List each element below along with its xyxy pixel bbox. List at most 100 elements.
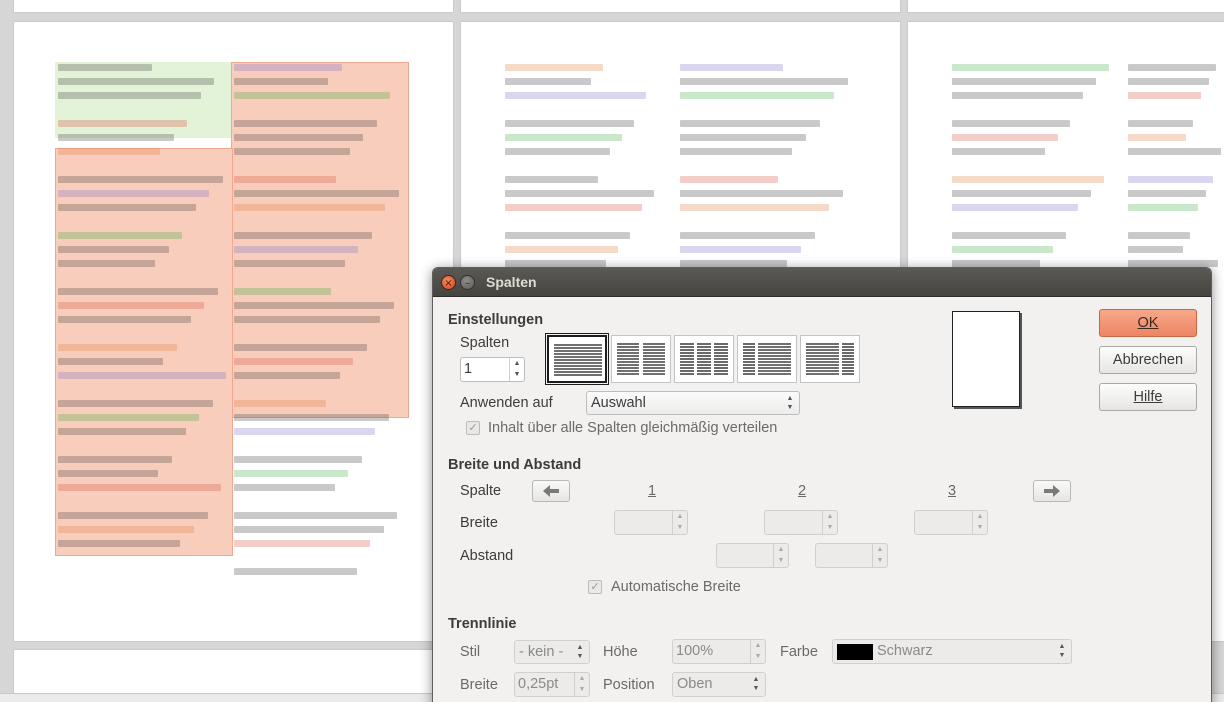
text-line	[505, 190, 654, 197]
column-preset-left[interactable]	[737, 335, 797, 383]
column-width-label: Breite	[460, 515, 498, 531]
column-layout-icon	[743, 343, 791, 375]
text-line	[505, 78, 591, 85]
line-width-field[interactable]: 0,25pt ▲ ▼	[514, 672, 590, 697]
spin-down-icon: ▼	[777, 557, 785, 564]
column-1-width-field[interactable]: ▲ ▼	[614, 510, 688, 535]
spin-up-icon: ▲	[578, 675, 586, 682]
next-column-button[interactable]	[1033, 480, 1071, 502]
apply-to-value: Auswahl	[591, 395, 646, 411]
line-height-label: Höhe	[603, 644, 638, 660]
text-line	[234, 120, 377, 127]
text-line	[234, 526, 384, 533]
select-arrows-icon: ▲ ▼	[576, 644, 584, 660]
line-width-value: 0,25pt	[518, 676, 559, 692]
text-line	[58, 344, 177, 351]
text-line	[1128, 190, 1206, 197]
text-line	[680, 120, 820, 127]
text-line	[58, 372, 227, 379]
text-line	[234, 134, 364, 141]
text-line	[234, 176, 337, 183]
line-style-select[interactable]: - kein - ▲ ▼	[514, 640, 590, 664]
select-arrows-icon: ▲ ▼	[786, 395, 794, 411]
text-line	[58, 176, 223, 183]
minimize-icon[interactable]: –	[460, 275, 475, 290]
column-preset-right[interactable]	[800, 335, 860, 383]
text-line	[505, 246, 618, 253]
column-layout-icon	[554, 344, 602, 376]
line-color-select[interactable]: Schwarz ▲ ▼	[832, 639, 1072, 664]
columns-count-stepper[interactable]: 1 ▲ ▼	[460, 357, 525, 382]
line-style-label: Stil	[460, 644, 481, 660]
column-number-3: 3	[948, 483, 957, 499]
columns-label: Spalten	[460, 335, 510, 351]
distribute-checkbox[interactable]: ✓	[466, 421, 480, 435]
columns-count-value: 1	[464, 361, 473, 377]
text-line	[234, 484, 335, 491]
help-button[interactable]: Hilfe	[1099, 383, 1197, 411]
text-line	[234, 260, 345, 267]
column-layout-icon	[680, 343, 728, 375]
previous-column-button[interactable]	[532, 480, 570, 502]
text-line	[1128, 120, 1194, 127]
text-line	[234, 372, 340, 379]
spin-down-icon: ▼	[578, 686, 586, 693]
close-icon[interactable]: ×	[441, 275, 456, 290]
spin-up-icon: ▲	[676, 513, 684, 520]
text-line	[234, 470, 349, 477]
text-line	[234, 64, 342, 71]
apply-to-select[interactable]: Auswahl ▲ ▼	[586, 391, 800, 415]
text-line	[680, 78, 848, 85]
text-line	[952, 134, 1058, 141]
text-line	[505, 64, 603, 71]
text-line	[58, 456, 172, 463]
spacing-1-field[interactable]: ▲ ▼	[716, 543, 789, 568]
column-preset-1[interactable]	[545, 333, 609, 385]
dialog-titlebar: × – Spalten	[433, 268, 1211, 297]
auto-width-checkbox[interactable]: ✓	[588, 580, 602, 594]
page-below-1	[14, 650, 453, 693]
text-line	[680, 148, 792, 155]
text-line	[234, 148, 350, 155]
text-line	[58, 288, 218, 295]
column-preset-3[interactable]	[674, 335, 734, 383]
text-line	[234, 400, 327, 407]
column-preview	[952, 311, 1020, 407]
text-line	[234, 316, 381, 323]
text-line	[234, 92, 391, 99]
select-arrows-icon: ▲ ▼	[752, 676, 760, 692]
text-line	[58, 414, 200, 421]
spin-down-icon[interactable]: ▼	[510, 369, 524, 380]
text-line	[234, 512, 397, 519]
arrow-right-icon	[1044, 485, 1060, 497]
line-height-field[interactable]: 100% ▲ ▼	[672, 639, 766, 664]
text-line	[1128, 134, 1186, 141]
text-line	[505, 260, 606, 267]
text-line	[58, 120, 188, 127]
text-line	[234, 456, 362, 463]
line-height-value: 100%	[676, 643, 714, 659]
column-3-width-field[interactable]: ▲ ▼	[914, 510, 988, 535]
line-position-select[interactable]: Oben ▲ ▼	[672, 672, 766, 697]
select-arrows-icon: ▲ ▼	[1058, 643, 1066, 659]
dialog-title: Spalten	[486, 274, 537, 290]
cancel-button-label: Abbrechen	[1112, 352, 1184, 368]
cancel-button[interactable]: Abbrechen	[1099, 346, 1197, 374]
text-line	[1128, 176, 1214, 183]
column-layout-icon	[617, 343, 665, 375]
text-line	[680, 190, 843, 197]
spin-up-icon[interactable]: ▲	[510, 358, 524, 369]
column-2-width-field[interactable]: ▲ ▼	[764, 510, 838, 535]
text-line	[680, 232, 815, 239]
spin-up-icon: ▲	[754, 642, 762, 649]
line-color-value: Schwarz	[877, 643, 933, 659]
text-line	[58, 400, 213, 407]
text-line	[505, 148, 610, 155]
width-spacing-heading: Breite und Abstand	[448, 457, 582, 473]
spacing-2-field[interactable]: ▲ ▼	[815, 543, 888, 568]
ok-button[interactable]: OK	[1099, 309, 1197, 337]
text-line	[952, 260, 1040, 267]
distribute-label: Inhalt über alle Spalten gleichmäßig ver…	[488, 420, 778, 436]
text-line	[680, 176, 778, 183]
column-preset-2[interactable]	[611, 335, 671, 383]
